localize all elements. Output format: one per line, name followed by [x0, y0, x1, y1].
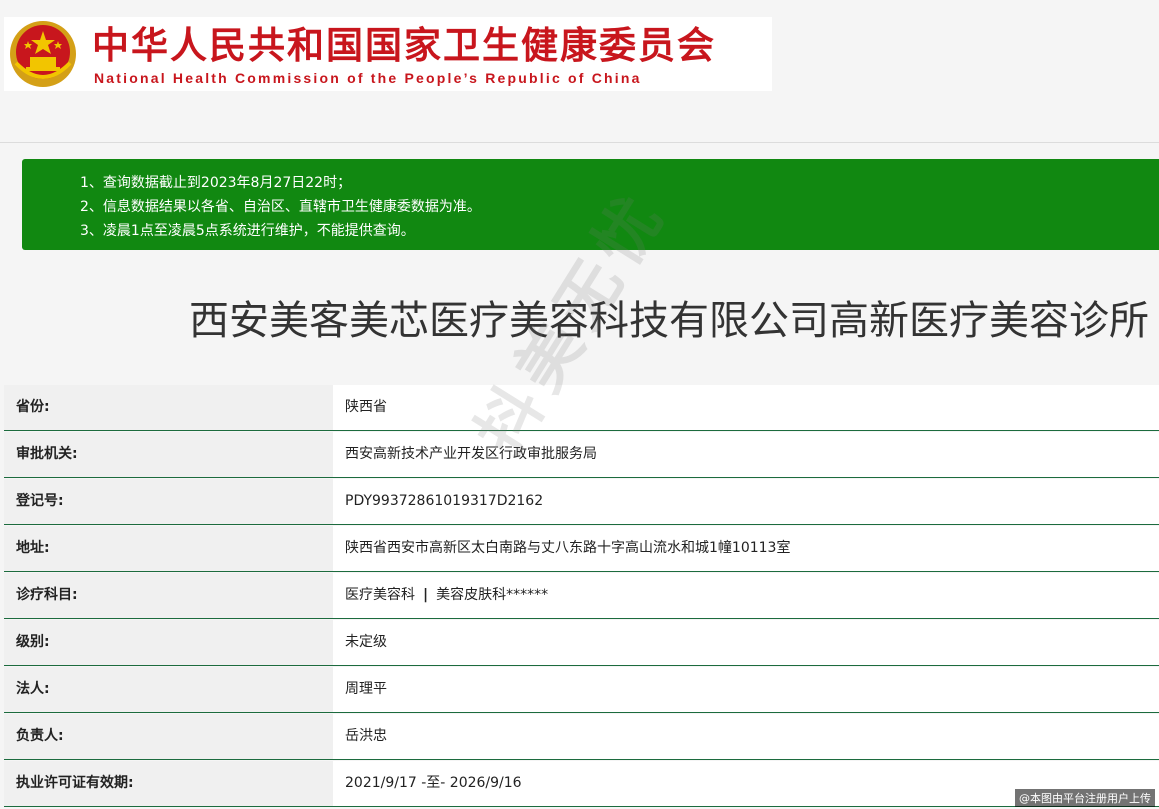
clinic-info-table: 省份: 陕西省 审批机关: 西安高新技术产业开发区行政审批服务局 登记号: PD… — [4, 385, 1159, 808]
info-value: 陕西省西安市高新区太白南路与丈八东路十字高山流水和城1幢10113室 — [333, 526, 1159, 571]
national-emblem-icon — [10, 21, 76, 87]
info-label: 级别: — [4, 620, 333, 665]
info-label: 执业许可证有效期: — [4, 761, 333, 806]
info-row-departments: 诊疗科目: 医疗美容科 | 美容皮肤科****** — [4, 573, 1159, 619]
info-label: 诊疗科目: — [4, 573, 333, 618]
upload-credit: @本图由平台注册用户上传 — [1015, 789, 1155, 807]
info-label: 登记号: — [4, 479, 333, 524]
site-header: 中华人民共和国国家卫生健康委员会 National Health Commiss… — [0, 0, 1159, 143]
info-row-province: 省份: 陕西省 — [4, 385, 1159, 431]
info-value: 未定级 — [333, 620, 1159, 665]
info-label: 法人: — [4, 667, 333, 712]
info-row-approval-authority: 审批机关: 西安高新技术产业开发区行政审批服务局 — [4, 432, 1159, 478]
info-row-license-validity: 执业许可证有效期: 2021/9/17 -至- 2026/9/16 — [4, 761, 1159, 807]
info-value: 岳洪忠 — [333, 714, 1159, 759]
notice-item: 1、查询数据截止到2023年8月27日22时； — [80, 175, 352, 191]
org-name-chinese: 中华人民共和国国家卫生健康委员会 — [92, 23, 716, 67]
info-value: 西安高新技术产业开发区行政审批服务局 — [333, 432, 1159, 477]
clinic-name-title: 西安美客美芯医疗美容科技有限公司高新医疗美容诊所 — [189, 298, 1149, 344]
info-row-registration-number: 登记号: PDY99372861019317D2162 — [4, 479, 1159, 525]
info-row-person-in-charge: 负责人: 岳洪忠 — [4, 714, 1159, 760]
info-label: 负责人: — [4, 714, 333, 759]
query-notice: 1、查询数据截止到2023年8月27日22时； 2、信息数据结果以各省、自治区、… — [22, 159, 1159, 250]
info-value: 周理平 — [333, 667, 1159, 712]
notice-item: 2、信息数据结果以各省、自治区、直辖市卫生健康委数据为准。 — [80, 199, 481, 215]
department-item: 美容皮肤科****** — [436, 587, 549, 603]
info-value: 医疗美容科 | 美容皮肤科****** — [333, 573, 1159, 618]
site-logo[interactable]: 中华人民共和国国家卫生健康委员会 National Health Commiss… — [4, 17, 772, 91]
department-item: 医疗美容科 — [345, 587, 415, 603]
department-separator: | — [423, 587, 429, 603]
info-row-level: 级别: 未定级 — [4, 620, 1159, 666]
info-row-legal-person: 法人: 周理平 — [4, 667, 1159, 713]
info-label: 省份: — [4, 385, 333, 430]
info-row-address: 地址: 陕西省西安市高新区太白南路与丈八东路十字高山流水和城1幢10113室 — [4, 526, 1159, 572]
info-label: 审批机关: — [4, 432, 333, 477]
info-value: 陕西省 — [333, 385, 1159, 430]
page: 中华人民共和国国家卫生健康委员会 National Health Commiss… — [0, 0, 1159, 809]
info-label: 地址: — [4, 526, 333, 571]
notice-item: 3、凌晨1点至凌晨5点系统进行维护，不能提供查询。 — [80, 223, 415, 239]
info-value: PDY99372861019317D2162 — [333, 479, 1159, 524]
org-name-english: National Health Commission of the People… — [94, 70, 642, 86]
